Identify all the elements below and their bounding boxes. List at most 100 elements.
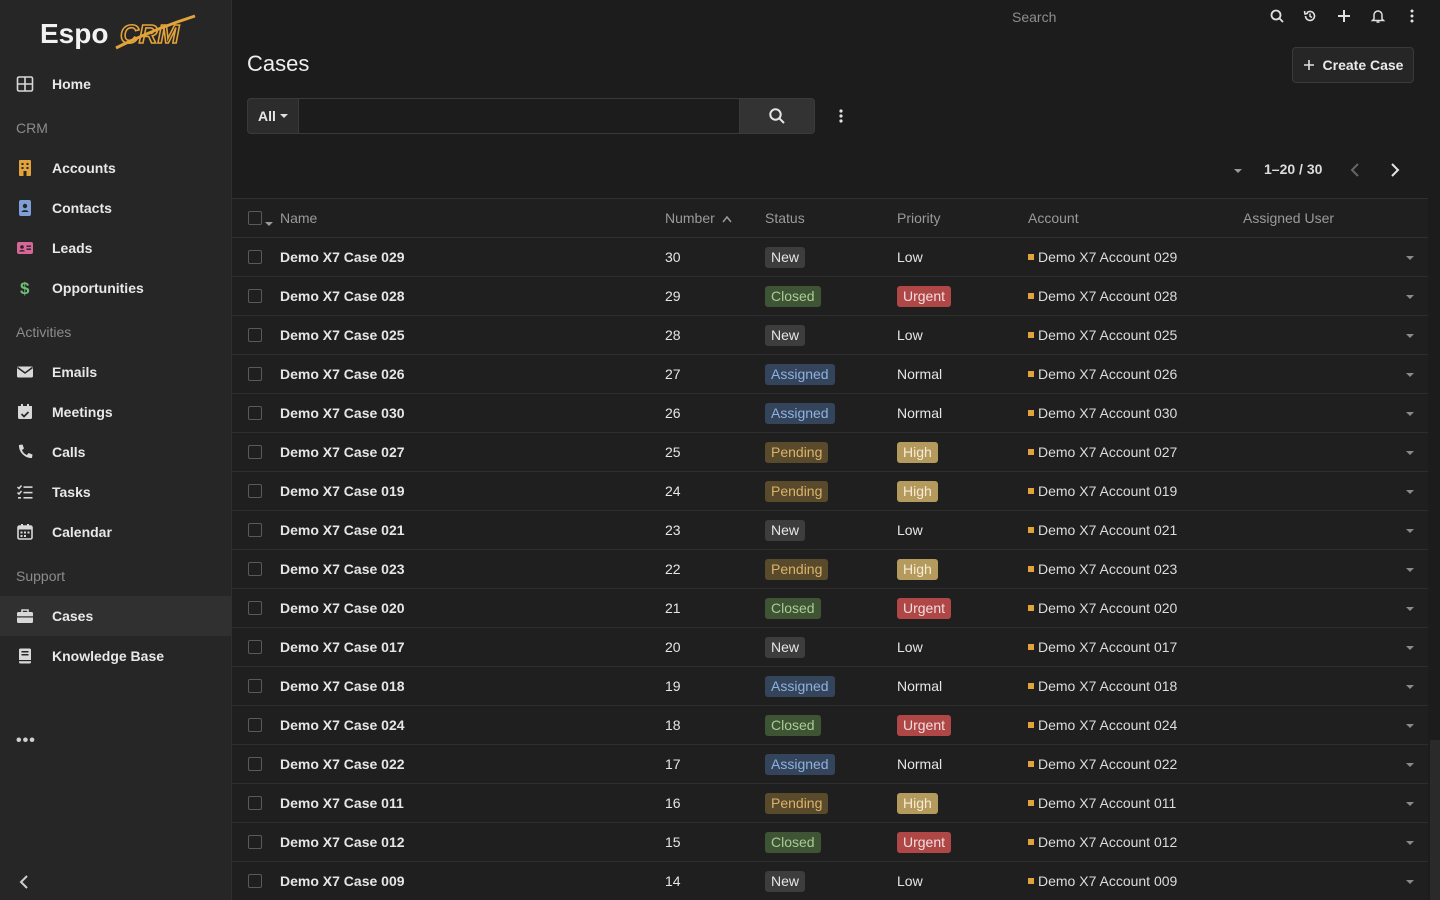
row-actions-caret-icon[interactable] xyxy=(1404,253,1416,263)
table-row[interactable]: Demo X7 Case 023 22 Pending High Demo X7 Acc… xyxy=(232,550,1428,589)
case-name-link[interactable]: Demo X7 Case 011 xyxy=(280,795,404,811)
table-row[interactable]: Demo X7 Case 029 30 New Low Demo X7 Account … xyxy=(232,238,1428,277)
more-menu-icon[interactable]: ••• xyxy=(16,732,36,750)
next-page-icon[interactable] xyxy=(1386,160,1404,180)
select-all-checkbox[interactable] xyxy=(248,211,262,225)
sidebar-item-calendar[interactable]: Calendar xyxy=(0,512,231,552)
account-link[interactable]: Demo X7 Account 020 xyxy=(1028,600,1177,616)
row-checkbox[interactable] xyxy=(248,679,262,693)
table-row[interactable]: Demo X7 Case 012 15 Closed Urgent Demo X7 Ac… xyxy=(232,823,1428,862)
row-actions-caret-icon[interactable] xyxy=(1404,604,1416,614)
column-header-status[interactable]: Status xyxy=(765,210,805,226)
sidebar-item-tasks[interactable]: Tasks xyxy=(0,472,231,512)
sidebar-item-knowledge-base[interactable]: Knowledge Base xyxy=(0,636,231,676)
column-header-number[interactable]: Number xyxy=(665,210,732,226)
table-row[interactable]: Demo X7 Case 025 28 New Low Demo X7 Account … xyxy=(232,316,1428,355)
row-actions-caret-icon[interactable] xyxy=(1404,721,1416,731)
account-link[interactable]: Demo X7 Account 028 xyxy=(1028,288,1177,304)
account-link[interactable]: Demo X7 Account 011 xyxy=(1028,795,1176,811)
table-row[interactable]: Demo X7 Case 020 21 Closed Urgent Demo X7 Ac… xyxy=(232,589,1428,628)
case-name-link[interactable]: Demo X7 Case 027 xyxy=(280,444,405,460)
previous-page-icon[interactable] xyxy=(1346,160,1364,180)
case-name-link[interactable]: Demo X7 Case 022 xyxy=(280,756,405,772)
table-row[interactable]: Demo X7 Case 009 14 New Low Demo X7 Account … xyxy=(232,862,1428,900)
global-search-input[interactable] xyxy=(1012,7,1252,27)
table-row[interactable]: Demo X7 Case 027 25 Pending High Demo X7 Acc… xyxy=(232,433,1428,472)
case-name-link[interactable]: Demo X7 Case 020 xyxy=(280,600,405,616)
table-row[interactable]: Demo X7 Case 024 18 Closed Urgent Demo X7 Ac… xyxy=(232,706,1428,745)
create-case-button[interactable]: Create Case xyxy=(1292,47,1414,83)
row-checkbox[interactable] xyxy=(248,406,262,420)
account-link[interactable]: Demo X7 Account 027 xyxy=(1028,444,1177,460)
case-name-link[interactable]: Demo X7 Case 009 xyxy=(280,873,405,889)
row-actions-caret-icon[interactable] xyxy=(1404,526,1416,536)
search-icon[interactable] xyxy=(1267,6,1287,26)
column-header-account[interactable]: Account xyxy=(1028,210,1079,226)
case-name-link[interactable]: Demo X7 Case 024 xyxy=(280,717,405,733)
row-actions-caret-icon[interactable] xyxy=(1404,838,1416,848)
case-name-link[interactable]: Demo X7 Case 021 xyxy=(280,522,405,538)
case-name-link[interactable]: Demo X7 Case 017 xyxy=(280,639,405,655)
table-row[interactable]: Demo X7 Case 022 17 Assigned Normal Demo X7 … xyxy=(232,745,1428,784)
menu-kebab-icon[interactable] xyxy=(1402,6,1422,26)
row-actions-caret-icon[interactable] xyxy=(1404,409,1416,419)
account-link[interactable]: Demo X7 Account 009 xyxy=(1028,873,1177,889)
account-link[interactable]: Demo X7 Account 021 xyxy=(1028,522,1177,538)
row-checkbox[interactable] xyxy=(248,328,262,342)
account-link[interactable]: Demo X7 Account 025 xyxy=(1028,327,1177,343)
account-link[interactable]: Demo X7 Account 018 xyxy=(1028,678,1177,694)
filter-options-icon[interactable] xyxy=(832,106,850,126)
collapse-sidebar-icon[interactable] xyxy=(14,870,34,894)
page-size-caret-icon[interactable] xyxy=(1230,164,1246,178)
account-link[interactable]: Demo X7 Account 019 xyxy=(1028,483,1177,499)
row-actions-caret-icon[interactable] xyxy=(1404,487,1416,497)
table-row[interactable]: Demo X7 Case 011 16 Pending High Demo X7 Acc… xyxy=(232,784,1428,823)
account-link[interactable]: Demo X7 Account 012 xyxy=(1028,834,1177,850)
row-checkbox[interactable] xyxy=(248,484,262,498)
filter-text-input[interactable] xyxy=(298,98,740,134)
row-checkbox[interactable] xyxy=(248,718,262,732)
row-actions-caret-icon[interactable] xyxy=(1404,370,1416,380)
select-all-caret-icon[interactable] xyxy=(265,214,273,230)
sidebar-item-contacts[interactable]: Contacts xyxy=(0,188,231,228)
row-checkbox[interactable] xyxy=(248,640,262,654)
column-header-name[interactable]: Name xyxy=(280,210,317,226)
sidebar-item-emails[interactable]: Emails xyxy=(0,352,231,392)
row-checkbox[interactable] xyxy=(248,523,262,537)
plus-icon[interactable] xyxy=(1334,6,1354,26)
row-checkbox[interactable] xyxy=(248,289,262,303)
scrollbar[interactable] xyxy=(1430,740,1440,900)
row-actions-caret-icon[interactable] xyxy=(1404,565,1416,575)
case-name-link[interactable]: Demo X7 Case 012 xyxy=(280,834,405,850)
row-checkbox[interactable] xyxy=(248,757,262,771)
case-name-link[interactable]: Demo X7 Case 023 xyxy=(280,561,405,577)
account-link[interactable]: Demo X7 Account 026 xyxy=(1028,366,1177,382)
filter-scope-dropdown[interactable]: All xyxy=(247,98,298,134)
account-link[interactable]: Demo X7 Account 029 xyxy=(1028,249,1177,265)
table-row[interactable]: Demo X7 Case 018 19 Assigned Normal Demo X7 … xyxy=(232,667,1428,706)
account-link[interactable]: Demo X7 Account 017 xyxy=(1028,639,1177,655)
sidebar-item-home[interactable]: Home xyxy=(0,64,231,104)
filter-search-button[interactable] xyxy=(739,98,815,134)
account-link[interactable]: Demo X7 Account 024 xyxy=(1028,717,1177,733)
row-checkbox[interactable] xyxy=(248,601,262,615)
table-row[interactable]: Demo X7 Case 017 20 New Low Demo X7 Account … xyxy=(232,628,1428,667)
row-checkbox[interactable] xyxy=(248,562,262,576)
history-icon[interactable] xyxy=(1300,6,1320,26)
row-checkbox[interactable] xyxy=(248,445,262,459)
case-name-link[interactable]: Demo X7 Case 030 xyxy=(280,405,405,421)
table-row[interactable]: Demo X7 Case 021 23 New Low Demo X7 Account … xyxy=(232,511,1428,550)
case-name-link[interactable]: Demo X7 Case 018 xyxy=(280,678,405,694)
row-actions-caret-icon[interactable] xyxy=(1404,760,1416,770)
row-actions-caret-icon[interactable] xyxy=(1404,292,1416,302)
app-logo[interactable]: Espo CRM xyxy=(40,14,200,54)
case-name-link[interactable]: Demo X7 Case 019 xyxy=(280,483,405,499)
sidebar-item-accounts[interactable]: Accounts xyxy=(0,148,231,188)
column-header-assigned-user[interactable]: Assigned User xyxy=(1243,210,1334,226)
sidebar-item-meetings[interactable]: Meetings xyxy=(0,392,231,432)
row-actions-caret-icon[interactable] xyxy=(1404,799,1416,809)
sidebar-item-opportunities[interactable]: $ Opportunities xyxy=(0,268,231,308)
case-name-link[interactable]: Demo X7 Case 025 xyxy=(280,327,405,343)
sidebar-item-cases[interactable]: Cases xyxy=(0,596,231,636)
row-checkbox[interactable] xyxy=(248,250,262,264)
